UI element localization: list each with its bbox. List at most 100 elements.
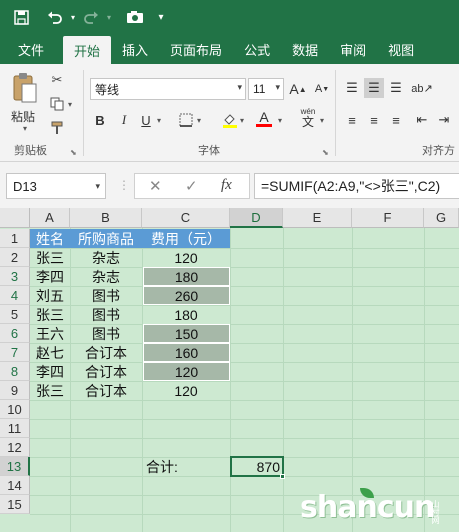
table-cell[interactable]: 图书 bbox=[70, 305, 142, 324]
copy-dropdown-icon[interactable]: ▾ bbox=[68, 100, 72, 109]
table-cell[interactable]: 合订本 bbox=[70, 362, 142, 381]
column-header-f[interactable]: F bbox=[352, 208, 424, 228]
row-header-3[interactable]: 3 bbox=[0, 267, 30, 286]
increase-indent-icon[interactable]: ⇥ bbox=[434, 110, 454, 130]
tab-file[interactable]: 文件 bbox=[0, 34, 55, 64]
tab-page-layout[interactable]: 页面布局 bbox=[159, 34, 233, 64]
align-center-icon[interactable]: ≡ bbox=[364, 110, 384, 130]
row-header-15[interactable]: 15 bbox=[0, 495, 30, 514]
highlighted-cost-cell[interactable]: 160 bbox=[143, 343, 230, 362]
name-box[interactable]: D13 ▾ bbox=[6, 173, 106, 199]
font-launcher-icon[interactable]: ⬊ bbox=[322, 148, 329, 157]
highlighted-cost-cell[interactable]: 150 bbox=[143, 324, 230, 343]
camera-icon[interactable] bbox=[122, 5, 148, 29]
table-cell[interactable]: 李四 bbox=[30, 362, 70, 381]
table-cell[interactable]: 120 bbox=[142, 381, 230, 400]
column-header-a[interactable]: A bbox=[30, 208, 70, 228]
customize-toolbar-chevron-down-icon[interactable]: ▾ bbox=[148, 5, 174, 29]
table-cell[interactable]: 张三 bbox=[30, 248, 70, 267]
row-header-12[interactable]: 12 bbox=[0, 438, 30, 457]
undo-icon[interactable] bbox=[42, 5, 68, 29]
format-painter-icon[interactable] bbox=[46, 118, 68, 138]
table-cell[interactable]: 180 bbox=[142, 305, 230, 324]
table-cell[interactable]: 120 bbox=[142, 248, 230, 267]
select-all-corner[interactable] bbox=[0, 208, 30, 228]
header-cell-name[interactable]: 姓名 bbox=[30, 229, 70, 248]
table-cell[interactable]: 合订本 bbox=[70, 343, 142, 362]
fill-handle[interactable] bbox=[280, 474, 285, 479]
tab-insert[interactable]: 插入 bbox=[111, 34, 159, 64]
clipboard-launcher-icon[interactable]: ⬊ bbox=[70, 148, 77, 157]
table-cell[interactable]: 杂志 bbox=[70, 248, 142, 267]
decrease-font-icon[interactable]: A ▼ bbox=[312, 79, 332, 99]
font-size-select[interactable]: 11 ▾ bbox=[248, 78, 284, 100]
column-header-e[interactable]: E bbox=[283, 208, 352, 228]
align-bottom-icon[interactable]: ☰ bbox=[386, 78, 406, 98]
row-header-11[interactable]: 11 bbox=[0, 419, 30, 438]
row-header-8[interactable]: 8 bbox=[0, 362, 30, 381]
paste-dropdown-icon[interactable]: ▾ bbox=[23, 124, 27, 133]
column-header-c[interactable]: C bbox=[142, 208, 230, 228]
border-dropdown-icon[interactable]: ▾ bbox=[197, 116, 201, 125]
table-cell[interactable]: 李四 bbox=[30, 267, 70, 286]
row-header-13[interactable]: 13 bbox=[0, 457, 30, 476]
tab-data[interactable]: 数据 bbox=[281, 34, 329, 64]
row-header-2[interactable]: 2 bbox=[0, 248, 30, 267]
bold-button[interactable]: B bbox=[90, 110, 110, 130]
font-name-select[interactable]: 等线 ▾ bbox=[90, 78, 246, 100]
table-cell[interactable]: 图书 bbox=[70, 286, 142, 305]
table-cell[interactable]: 合订本 bbox=[70, 381, 142, 400]
table-cell[interactable]: 杂志 bbox=[70, 267, 142, 286]
font-color-button[interactable]: A bbox=[254, 108, 274, 128]
cancel-icon[interactable]: ✕ bbox=[149, 177, 162, 195]
paste-button[interactable]: 粘贴 bbox=[11, 108, 35, 125]
table-cell[interactable]: 张三 bbox=[30, 305, 70, 324]
row-header-4[interactable]: 4 bbox=[0, 286, 30, 305]
save-icon[interactable] bbox=[8, 5, 34, 29]
table-cell[interactable]: 王六 bbox=[30, 324, 70, 343]
total-label[interactable]: 合计: bbox=[146, 457, 230, 476]
align-middle-icon[interactable]: ☰ bbox=[364, 78, 384, 98]
phonetic-dropdown-icon[interactable]: ▾ bbox=[320, 116, 324, 125]
column-header-g[interactable]: G bbox=[424, 208, 459, 228]
highlighted-cost-cell[interactable]: 180 bbox=[143, 267, 230, 286]
insert-function-icon[interactable]: fx bbox=[221, 177, 232, 194]
formula-bar-resize-handle[interactable]: ⋮ bbox=[118, 178, 130, 192]
fill-color-icon[interactable] bbox=[220, 110, 240, 130]
column-header-d[interactable]: D bbox=[230, 208, 283, 228]
row-header-1[interactable]: 1 bbox=[0, 229, 30, 248]
column-header-b[interactable]: B bbox=[70, 208, 142, 228]
enter-icon[interactable]: ✓ bbox=[185, 177, 198, 195]
header-cell-cost[interactable]: 费用（元） bbox=[142, 229, 230, 248]
row-header-7[interactable]: 7 bbox=[0, 343, 30, 362]
font-color-dropdown-icon[interactable]: ▾ bbox=[278, 116, 282, 125]
tab-view[interactable]: 视图 bbox=[377, 34, 425, 64]
formula-input[interactable]: =SUMIF(A2:A9,"<>张三",C2) bbox=[254, 173, 459, 199]
table-cell[interactable]: 图书 bbox=[70, 324, 142, 343]
row-header-5[interactable]: 5 bbox=[0, 305, 30, 324]
copy-icon[interactable] bbox=[46, 94, 68, 114]
table-cell[interactable]: 张三 bbox=[30, 381, 70, 400]
underline-button[interactable]: U bbox=[136, 110, 156, 130]
align-top-icon[interactable]: ☰ bbox=[342, 78, 362, 98]
undo-dropdown-icon[interactable]: ▾ bbox=[68, 5, 78, 29]
orientation-icon[interactable]: ab↗ bbox=[411, 78, 432, 98]
header-cell-item[interactable]: 所购商品 bbox=[70, 229, 142, 248]
redo-dropdown-icon[interactable]: ▾ bbox=[104, 5, 114, 29]
row-header-14[interactable]: 14 bbox=[0, 476, 30, 495]
highlighted-cost-cell[interactable]: 120 bbox=[143, 362, 230, 381]
underline-dropdown-icon[interactable]: ▾ bbox=[157, 116, 161, 125]
row-header-9[interactable]: 9 bbox=[0, 381, 30, 400]
tab-home[interactable]: 开始 bbox=[63, 36, 112, 64]
increase-font-icon[interactable]: A ▲ bbox=[288, 79, 308, 99]
table-cell[interactable]: 赵七 bbox=[30, 343, 70, 362]
row-header-6[interactable]: 6 bbox=[0, 324, 30, 343]
decrease-indent-icon[interactable]: ⇤ bbox=[412, 110, 432, 130]
italic-button[interactable]: I bbox=[114, 110, 134, 130]
phonetic-button[interactable]: wén 文 bbox=[298, 108, 318, 129]
paste-icon[interactable] bbox=[12, 72, 38, 106]
cut-icon[interactable]: ✂ bbox=[46, 70, 68, 90]
highlighted-cost-cell[interactable]: 260 bbox=[143, 286, 230, 305]
align-right-icon[interactable]: ≡ bbox=[386, 110, 406, 130]
border-icon[interactable] bbox=[176, 110, 196, 130]
